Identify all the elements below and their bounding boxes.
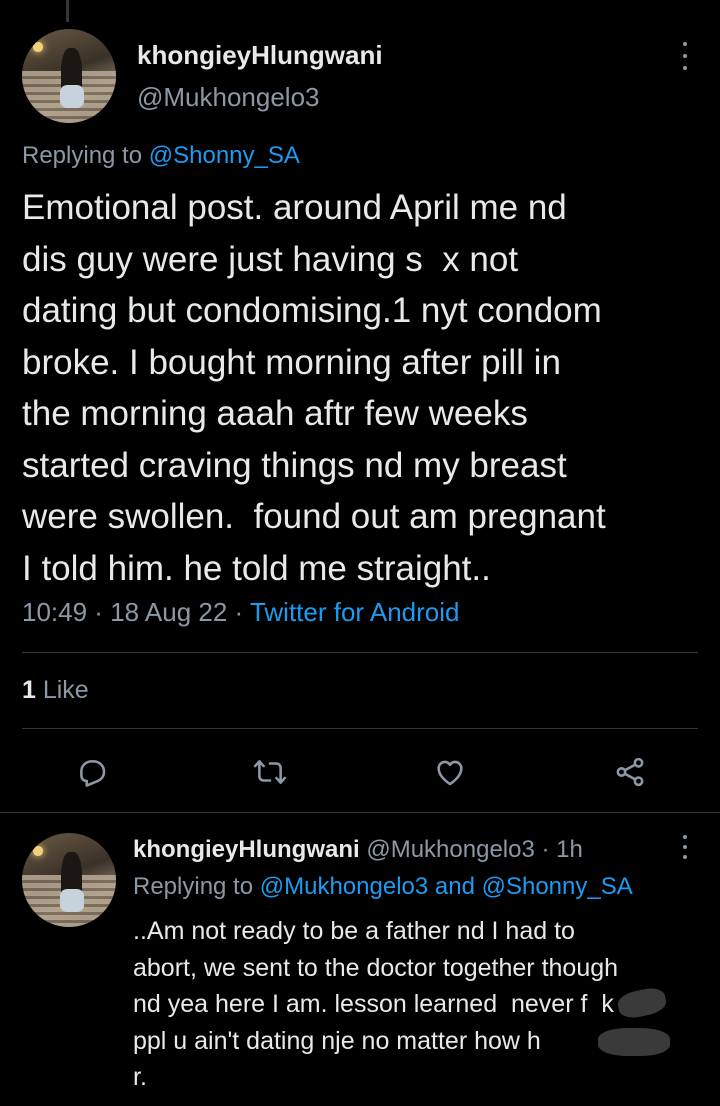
more-dot (683, 42, 687, 46)
more-dot (683, 835, 687, 839)
divider (0, 812, 720, 813)
avatar-person-legs (59, 889, 85, 912)
author-handle[interactable]: @Mukhongelo3 (137, 82, 320, 113)
reply-author-name[interactable]: khongieyHlungwani (133, 836, 360, 863)
tweet-time[interactable]: 10:49 (22, 597, 87, 627)
likes-number: 1 (22, 676, 36, 704)
reply-replying-to-line: Replying to @Mukhongelo3 and @Shonny_SA (133, 873, 633, 901)
more-options-icon[interactable] (676, 42, 694, 70)
heart-icon (437, 760, 463, 786)
meta-separator: · (87, 597, 111, 627)
avatar-light (33, 846, 43, 856)
avatar-light (33, 42, 43, 52)
retweet-icon (253, 760, 287, 784)
replying-to-link[interactable]: @Shonny_SA (149, 142, 300, 169)
like-button[interactable] (430, 752, 470, 792)
more-dot (683, 855, 687, 859)
tweet-meta: 10:49 · 18 Aug 22 · Twitter for Android (22, 597, 460, 628)
author-display-name[interactable]: khongieyHlungwani (137, 40, 383, 71)
tweet-text: Emotional post. around April me nd dis g… (22, 188, 606, 588)
avatar[interactable] (22, 29, 116, 123)
likes-count[interactable]: 1 Like (22, 676, 89, 705)
more-dot (683, 66, 687, 70)
avatar-person-legs (59, 85, 85, 108)
replying-to-prefix: Replying to (22, 142, 149, 169)
replying-to-line: Replying to @Shonny_SA (22, 142, 300, 170)
tweet-client-link[interactable]: Twitter for Android (250, 597, 460, 627)
reply-replying-prefix: Replying to (133, 873, 260, 900)
reply-avatar[interactable] (22, 833, 116, 927)
tweet-date[interactable]: 18 Aug 22 (110, 597, 227, 627)
divider (22, 728, 698, 729)
reply-replying-link-1[interactable]: @Mukhongelo3 (260, 873, 428, 900)
more-dot (683, 845, 687, 849)
censor-mark (598, 1028, 670, 1056)
share-icon (616, 757, 644, 787)
share-button[interactable] (610, 752, 650, 792)
reply-replying-link-2[interactable]: @Shonny_SA (482, 873, 633, 900)
reply-time[interactable]: 1h (556, 836, 583, 863)
reply-more-options-icon[interactable] (678, 835, 692, 859)
meta-separator: · (227, 597, 250, 627)
reply-header: khongieyHlungwani @Mukhongelo3 · 1h (133, 836, 583, 864)
reply-author-handle[interactable]: @Mukhongelo3 (360, 836, 534, 863)
more-dot (683, 54, 687, 58)
reply-replying-and: and (428, 873, 482, 900)
thread-connector-line (66, 0, 69, 22)
reply-icon (80, 760, 106, 787)
retweet-button[interactable] (250, 752, 290, 792)
reply-button[interactable] (72, 752, 112, 792)
divider (22, 652, 698, 653)
reply-separator: · (534, 836, 557, 863)
likes-label: Like (35, 676, 89, 704)
